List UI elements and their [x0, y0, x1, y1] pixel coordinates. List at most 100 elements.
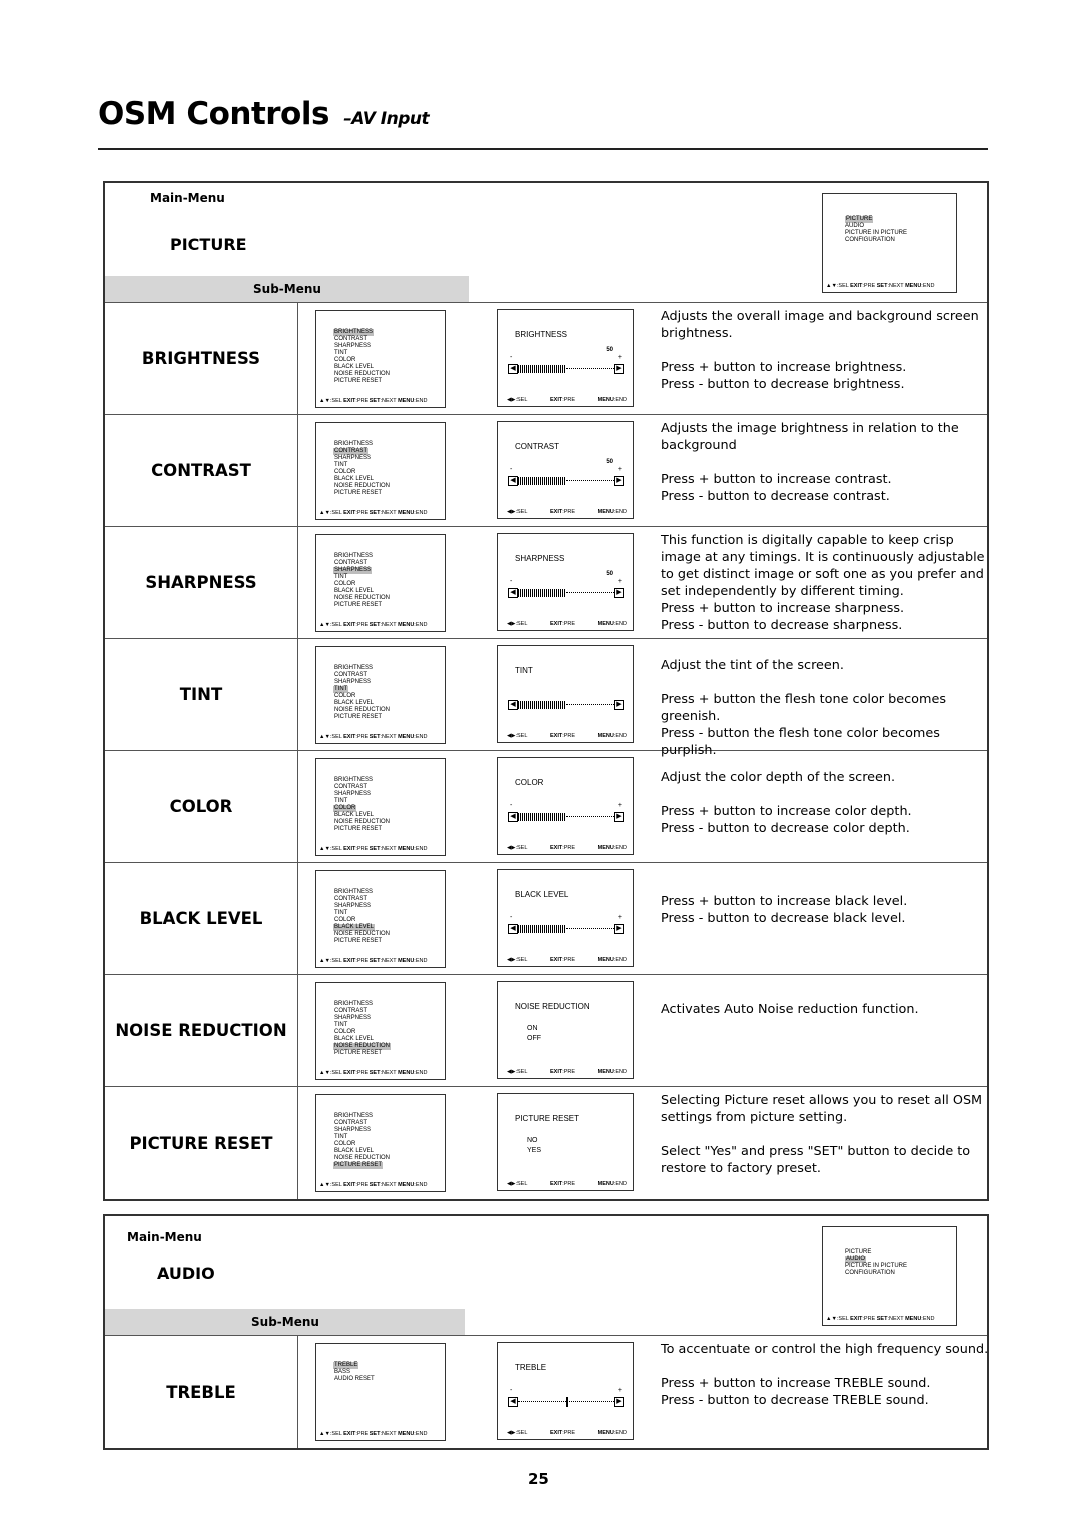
- left-arrow-icon[interactable]: ◀: [508, 812, 518, 822]
- right-arrow-icon[interactable]: ▶: [614, 700, 624, 710]
- submenu-item[interactable]: BRIGHTNESS: [333, 777, 391, 784]
- submenu-item[interactable]: COLOR: [333, 581, 391, 588]
- submenu-item[interactable]: PICTURE RESET: [333, 826, 391, 833]
- submenu-item[interactable]: BRIGHTNESS: [333, 1001, 391, 1008]
- option-item[interactable]: ON: [527, 1024, 541, 1034]
- submenu-item[interactable]: TINT: [333, 462, 391, 469]
- submenu-item[interactable]: TINT: [333, 574, 391, 581]
- submenu-item[interactable]: SHARPNESS: [333, 791, 391, 798]
- submenu-item[interactable]: CONTRAST: [333, 1120, 391, 1127]
- submenu-item[interactable]: BRIGHTNESS: [333, 441, 391, 448]
- submenu-item[interactable]: SHARPNESS: [333, 343, 391, 350]
- submenu-item[interactable]: NOISE REDUCTION: [333, 483, 391, 490]
- submenu-item[interactable]: SHARPNESS: [333, 567, 373, 574]
- level-slider[interactable]: ◀ ▶: [508, 700, 624, 710]
- main-menu-item[interactable]: CONFIGURATION: [845, 237, 907, 244]
- submenu-item[interactable]: TREBLE: [333, 1362, 359, 1369]
- submenu-item[interactable]: BASS: [333, 1369, 376, 1376]
- submenu-item[interactable]: COLOR: [333, 1029, 391, 1036]
- submenu-item[interactable]: SHARPNESS: [333, 679, 391, 686]
- main-menu-item[interactable]: AUDIO: [845, 223, 907, 230]
- submenu-item[interactable]: CONTRAST: [333, 560, 391, 567]
- submenu-item[interactable]: BLACK LEVEL: [333, 588, 391, 595]
- level-slider[interactable]: ◀ ▶: [508, 476, 624, 486]
- submenu-item[interactable]: SHARPNESS: [333, 1127, 391, 1134]
- level-slider[interactable]: ◀ ▶: [508, 364, 624, 374]
- main-menu-item[interactable]: PICTURE IN PICTURE: [845, 1263, 907, 1270]
- submenu-item[interactable]: BRIGHTNESS: [333, 889, 391, 896]
- right-arrow-icon[interactable]: ▶: [614, 924, 624, 934]
- submenu-item[interactable]: NOISE REDUCTION: [333, 595, 391, 602]
- submenu-item[interactable]: COLOR: [333, 469, 391, 476]
- submenu-item[interactable]: CONTRAST: [333, 672, 391, 679]
- right-arrow-icon[interactable]: ▶: [614, 812, 624, 822]
- option-item[interactable]: NO: [527, 1136, 541, 1146]
- option-item[interactable]: YES: [527, 1146, 541, 1156]
- submenu-item[interactable]: AUDIO RESET: [333, 1376, 376, 1383]
- submenu-item[interactable]: NOISE REDUCTION: [333, 931, 391, 938]
- slider-knob[interactable]: [566, 1397, 568, 1407]
- main-menu-item[interactable]: PICTURE: [845, 1249, 907, 1256]
- left-arrow-icon[interactable]: ◀: [508, 1397, 518, 1407]
- right-arrow-icon[interactable]: ▶: [614, 364, 624, 374]
- left-arrow-icon[interactable]: ◀: [508, 924, 518, 934]
- left-arrow-icon[interactable]: ◀: [508, 476, 518, 486]
- submenu-item[interactable]: BRIGHTNESS: [333, 553, 391, 560]
- right-arrow-icon[interactable]: ▶: [614, 476, 624, 486]
- submenu-item[interactable]: SHARPNESS: [333, 903, 391, 910]
- left-arrow-icon[interactable]: ◀: [508, 364, 518, 374]
- submenu-item[interactable]: BRIGHTNESS: [333, 665, 391, 672]
- level-slider[interactable]: ◀ ▶: [508, 924, 624, 934]
- submenu-item[interactable]: COLOR: [333, 357, 391, 364]
- submenu-item[interactable]: TINT: [333, 910, 391, 917]
- submenu-item[interactable]: BRIGHTNESS: [333, 329, 375, 336]
- submenu-item[interactable]: CONTRAST: [333, 336, 391, 343]
- submenu-item[interactable]: PICTURE RESET: [333, 378, 391, 385]
- submenu-item[interactable]: COLOR: [333, 693, 391, 700]
- submenu-item[interactable]: TINT: [333, 350, 391, 357]
- submenu-item[interactable]: NOISE REDUCTION: [333, 1043, 392, 1050]
- submenu-item[interactable]: COLOR: [333, 805, 357, 812]
- submenu-item[interactable]: CONTRAST: [333, 784, 391, 791]
- submenu-item[interactable]: NOISE REDUCTION: [333, 819, 391, 826]
- main-menu-item[interactable]: AUDIO: [845, 1256, 867, 1263]
- submenu-item[interactable]: BLACK LEVEL: [333, 700, 391, 707]
- submenu-item[interactable]: CONTRAST: [333, 448, 368, 455]
- submenu-item[interactable]: TINT: [333, 1022, 391, 1029]
- submenu-item[interactable]: COLOR: [333, 1141, 391, 1148]
- submenu-item[interactable]: TINT: [333, 686, 349, 693]
- submenu-item[interactable]: PICTURE RESET: [333, 714, 391, 721]
- submenu-item[interactable]: NOISE REDUCTION: [333, 371, 391, 378]
- main-menu-item[interactable]: PICTURE IN PICTURE: [845, 230, 907, 237]
- submenu-item[interactable]: PICTURE RESET: [333, 490, 391, 497]
- submenu-item[interactable]: PICTURE RESET: [333, 602, 391, 609]
- submenu-item[interactable]: NOISE REDUCTION: [333, 1155, 391, 1162]
- submenu-item[interactable]: SHARPNESS: [333, 1015, 391, 1022]
- submenu-item[interactable]: BLACK LEVEL: [333, 924, 376, 931]
- submenu-item[interactable]: BLACK LEVEL: [333, 1036, 391, 1043]
- submenu-item[interactable]: NOISE REDUCTION: [333, 707, 391, 714]
- submenu-item[interactable]: PICTURE RESET: [333, 1162, 384, 1169]
- submenu-item[interactable]: TINT: [333, 1134, 391, 1141]
- submenu-item[interactable]: BRIGHTNESS: [333, 1113, 391, 1120]
- level-slider[interactable]: ◀ ▶: [508, 1397, 624, 1407]
- submenu-item[interactable]: BLACK LEVEL: [333, 1148, 391, 1155]
- submenu-item[interactable]: PICTURE RESET: [333, 1050, 391, 1057]
- right-arrow-icon[interactable]: ▶: [614, 588, 624, 598]
- submenu-item[interactable]: BLACK LEVEL: [333, 812, 391, 819]
- main-menu-item[interactable]: CONFIGURATION: [845, 1270, 907, 1277]
- submenu-item[interactable]: TINT: [333, 798, 391, 805]
- level-slider[interactable]: ◀ ▶: [508, 812, 624, 822]
- main-menu-item[interactable]: PICTURE: [845, 216, 874, 223]
- submenu-item[interactable]: SHARPNESS: [333, 455, 391, 462]
- submenu-item[interactable]: PICTURE RESET: [333, 938, 391, 945]
- level-slider[interactable]: ◀ ▶: [508, 588, 624, 598]
- left-arrow-icon[interactable]: ◀: [508, 588, 518, 598]
- submenu-item[interactable]: CONTRAST: [333, 896, 391, 903]
- right-arrow-icon[interactable]: ▶: [614, 1397, 624, 1407]
- left-arrow-icon[interactable]: ◀: [508, 700, 518, 710]
- submenu-item[interactable]: CONTRAST: [333, 1008, 391, 1015]
- submenu-item[interactable]: BLACK LEVEL: [333, 476, 391, 483]
- option-item[interactable]: OFF: [527, 1034, 541, 1044]
- submenu-item[interactable]: BLACK LEVEL: [333, 364, 391, 371]
